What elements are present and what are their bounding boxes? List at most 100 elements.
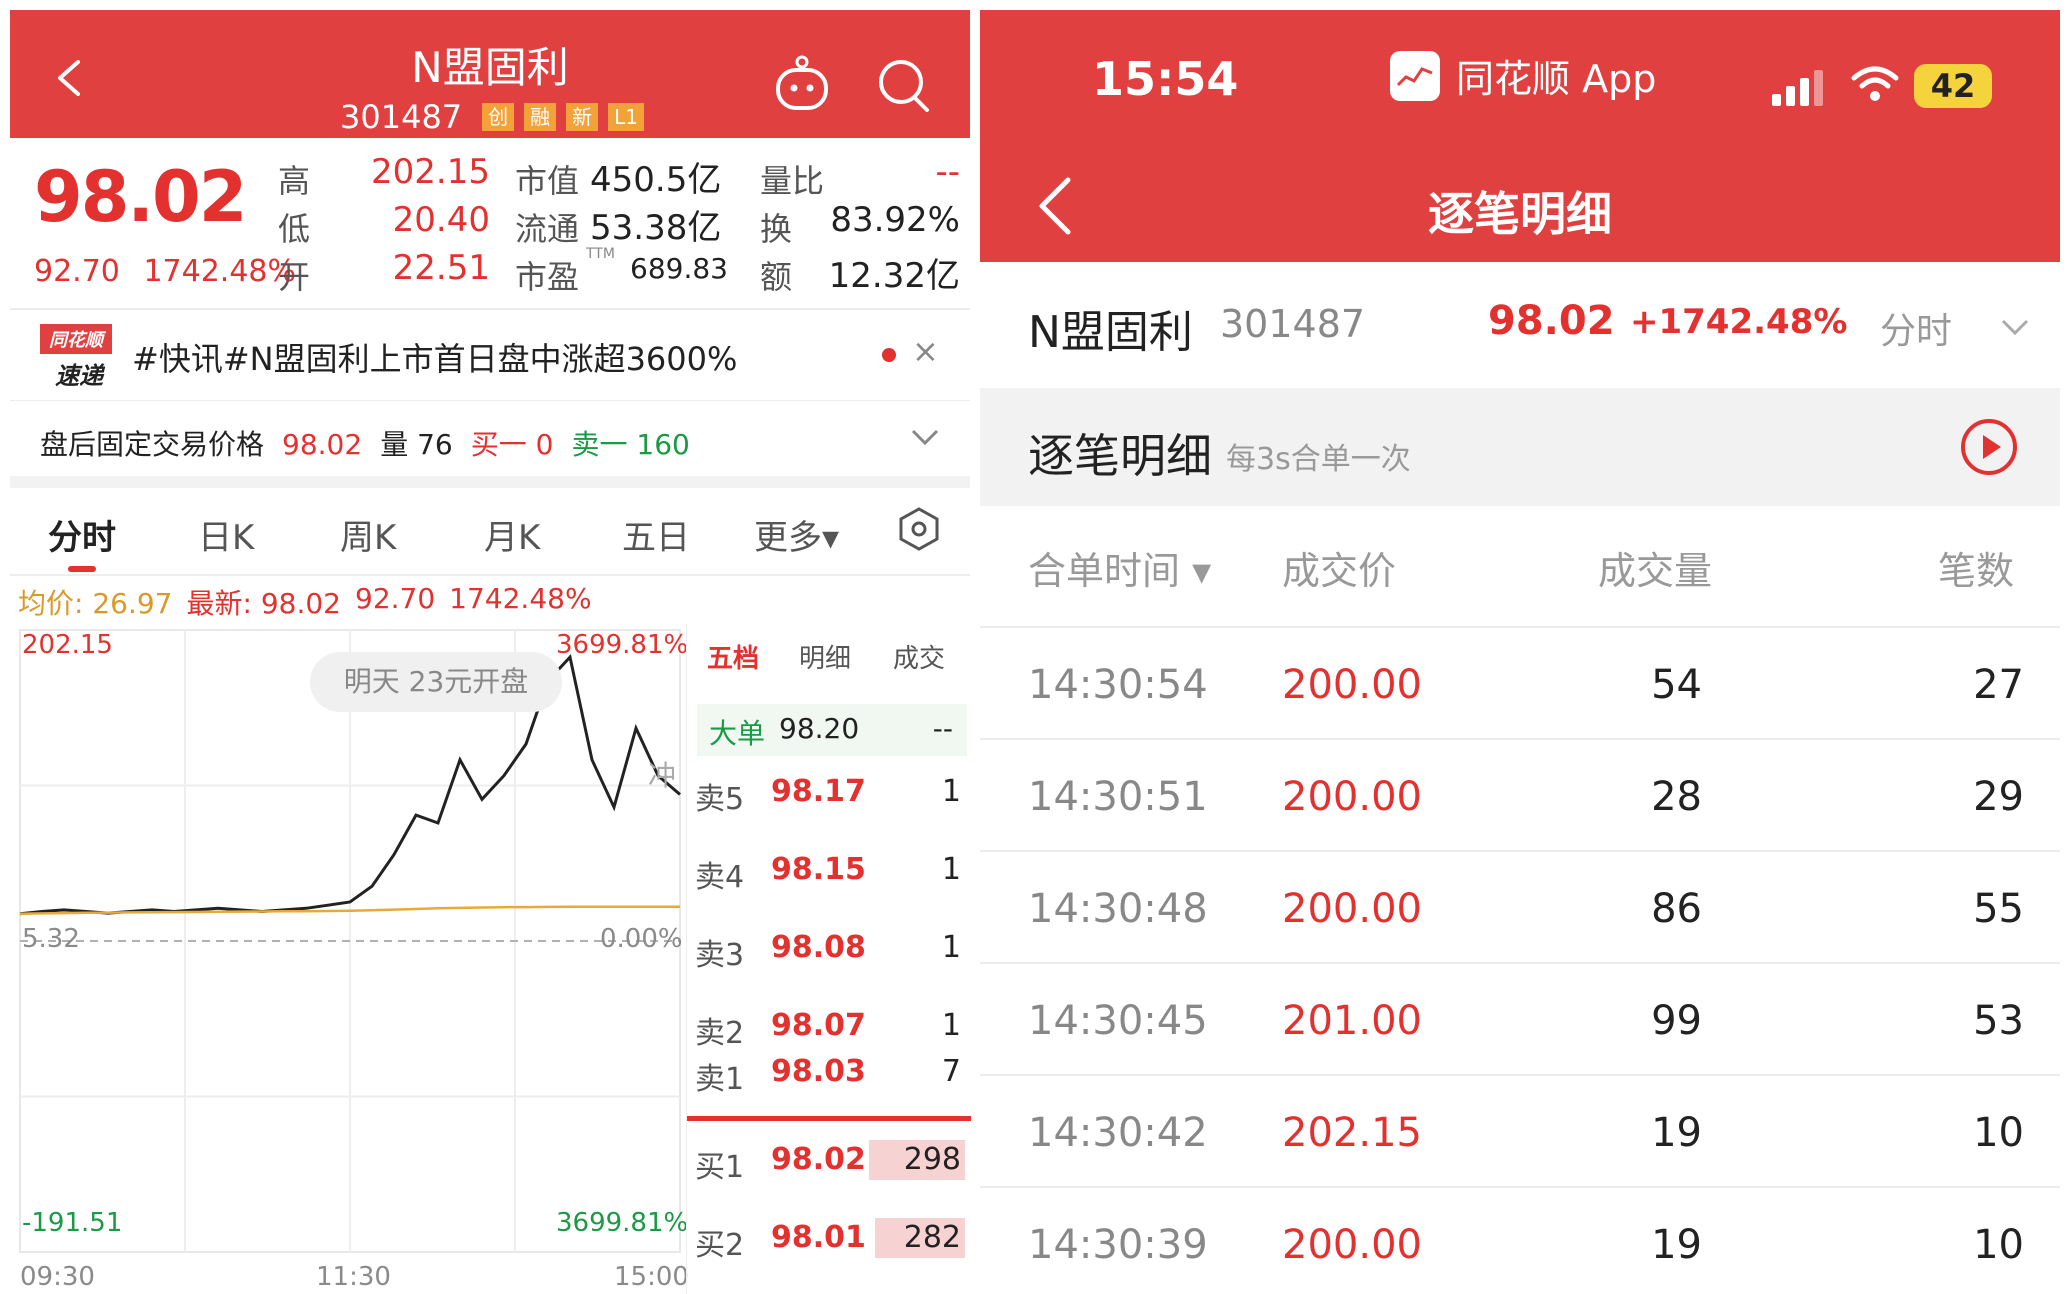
ask-label: 卖3	[695, 938, 745, 973]
tab-five-day[interactable]: 五日	[622, 510, 690, 559]
ask-price: 98.03	[771, 1054, 866, 1089]
tab-intraday[interactable]: 分时	[48, 510, 116, 559]
intraday-chart[interactable]: 202.15 3699.81% 5.32 0.00% -191.51 3699.…	[16, 624, 689, 1294]
price-change: 92.70 1742.48%	[34, 254, 310, 289]
ask-price: 98.15	[771, 852, 866, 887]
ask-vol: 1	[941, 852, 961, 887]
row-volume: 19	[1651, 1110, 1702, 1156]
row-time: 14:30:48	[1028, 886, 1208, 932]
after-hours-row[interactable]: 盘后固定交易价格 98.02 量 76 买一 0 卖一 160	[10, 400, 970, 476]
open-label: 开	[278, 258, 311, 296]
row-time: 14:30:39	[1028, 1222, 1208, 1268]
settings-hexagon-icon[interactable]	[896, 506, 942, 552]
table-row: 14:30:51 200.00 28 29	[980, 738, 2060, 850]
big-order-row: 大单 98.20 --	[697, 704, 967, 756]
cell-signal-icon	[1772, 70, 1823, 106]
col-merge-time[interactable]: 合单时间 ▾	[1028, 540, 1211, 595]
tab-daily-k[interactable]: 日K	[198, 510, 254, 559]
amount-label: 额	[760, 258, 793, 296]
search-icon[interactable]	[875, 56, 935, 116]
news-text[interactable]: #快讯#N盟固利上市首日盘中涨超3600%	[132, 334, 737, 380]
row-volume: 99	[1651, 998, 1702, 1044]
ask-price: 98.08	[771, 930, 866, 965]
table-row: 14:30:45 201.00 99 53	[980, 962, 2060, 1074]
ask-row[interactable]: 卖3 98.08 1	[687, 920, 971, 980]
tab-weekly-k[interactable]: 周K	[340, 510, 396, 559]
robot-icon[interactable]	[770, 52, 834, 116]
table-row: 14:30:54 200.00 54 27	[980, 626, 2060, 738]
tab-detail[interactable]: 明细	[799, 638, 851, 675]
chong-label: 冲	[648, 759, 677, 792]
bid-vol: 298	[903, 1142, 961, 1177]
app-name: 同花顺 App	[1456, 57, 1657, 101]
y-label-top-left: 202.15	[22, 630, 113, 660]
table-row: 14:30:42 202.15 19 10	[980, 1074, 2060, 1186]
ask-price: 98.17	[771, 774, 866, 809]
ask-row[interactable]: 卖4 98.15 1	[687, 842, 971, 902]
amount-value: 12.32亿	[828, 256, 960, 296]
col-volume: 成交量	[1598, 549, 1713, 593]
y-label-bottom-left: -191.51	[22, 1208, 123, 1238]
close-news-button[interactable]: ×	[912, 332, 939, 370]
news-logo-line2: 速递	[55, 362, 103, 390]
stock-name: N盟固利	[1028, 307, 1193, 358]
play-icon[interactable]	[1960, 418, 2018, 476]
bid-row[interactable]: 买2 98.01 282	[687, 1210, 971, 1270]
float-value: 53.38亿	[590, 208, 722, 248]
bid-label: 买1	[695, 1150, 745, 1185]
tag-chuang: 创	[482, 103, 515, 131]
turnover-value: 83.92%	[830, 200, 960, 240]
volratio-label: 量比	[760, 162, 825, 200]
ask-vol: 1	[941, 1008, 961, 1043]
tab-monthly-k[interactable]: 月K	[484, 510, 540, 559]
battery-indicator: 42	[1914, 64, 1992, 108]
low-value: 20.40	[392, 200, 490, 240]
divider	[10, 476, 970, 488]
row-price: 200.00	[1282, 774, 1422, 820]
ask-row[interactable]: 卖1 98.03 7	[687, 1044, 971, 1104]
row-price: 200.00	[1282, 662, 1422, 708]
app-icon	[1390, 50, 1440, 101]
tab-trades[interactable]: 成交	[893, 638, 945, 675]
app-indicator[interactable]: 同花顺 App	[1390, 48, 1656, 103]
col-count: 笔数	[1938, 549, 2015, 593]
chevron-down-icon[interactable]	[910, 427, 940, 447]
after-hours-label: 盘后固定交易价格	[40, 428, 265, 461]
ask-row[interactable]: 卖5 98.17 1	[687, 764, 971, 824]
table-header: 合单时间 ▾ 成交价 成交量 笔数	[980, 506, 2060, 626]
stock-code-row: 301487 创 融 新 L1	[340, 98, 645, 136]
tab-five-level[interactable]: 五档	[707, 638, 759, 675]
pe-value: 689.83	[630, 252, 728, 285]
bid-price: 98.01	[771, 1220, 866, 1255]
ask-vol: 1	[941, 774, 961, 809]
y-label-top-right: 3699.81%	[556, 630, 689, 660]
row-price: 200.00	[1282, 886, 1422, 932]
float-label: 流通	[515, 210, 580, 248]
ask-label: 卖1	[695, 1062, 745, 1097]
bid-ask-divider	[687, 1116, 971, 1121]
avg-price: 均价: 26.97	[18, 587, 173, 620]
tab-more[interactable]: 更多▾	[754, 510, 839, 559]
chevron-down-icon[interactable]	[2000, 318, 2030, 336]
ask-price: 98.07	[771, 1008, 866, 1043]
table-row: 14:30:48 200.00 86 55	[980, 850, 2060, 962]
row-price: 202.15	[1282, 1110, 1422, 1156]
tag-xin: 新	[566, 103, 599, 131]
latest-price: 最新: 98.02	[186, 587, 342, 620]
table-row: 14:30:39 200.00 19 10	[980, 1186, 2060, 1294]
news-logo-line1: 同花顺	[40, 324, 112, 354]
big-order-price: 98.20	[779, 712, 860, 745]
news-banner[interactable]: 同花顺 速递 #快讯#N盟固利上市首日盘中涨超3600% ×	[10, 310, 970, 400]
y-label-mid-right: 0.00%	[600, 924, 683, 954]
mcap-label: 市值	[515, 162, 580, 200]
ask-vol: 7	[941, 1054, 961, 1089]
period-selector[interactable]: 分时	[1880, 302, 1952, 354]
bid-row[interactable]: 买1 98.02 298	[687, 1132, 971, 1192]
latest-pct: 1742.48%	[449, 582, 592, 615]
y-label-mid-left: 5.32	[22, 924, 80, 954]
chart-tabs: 分时 日K 周K 月K 五日 更多▾	[10, 488, 970, 576]
bid-price: 98.02	[771, 1142, 866, 1177]
row-price: 200.00	[1282, 1222, 1422, 1268]
bid-label: 买2	[695, 1228, 745, 1263]
row-time: 14:30:45	[1028, 998, 1208, 1044]
